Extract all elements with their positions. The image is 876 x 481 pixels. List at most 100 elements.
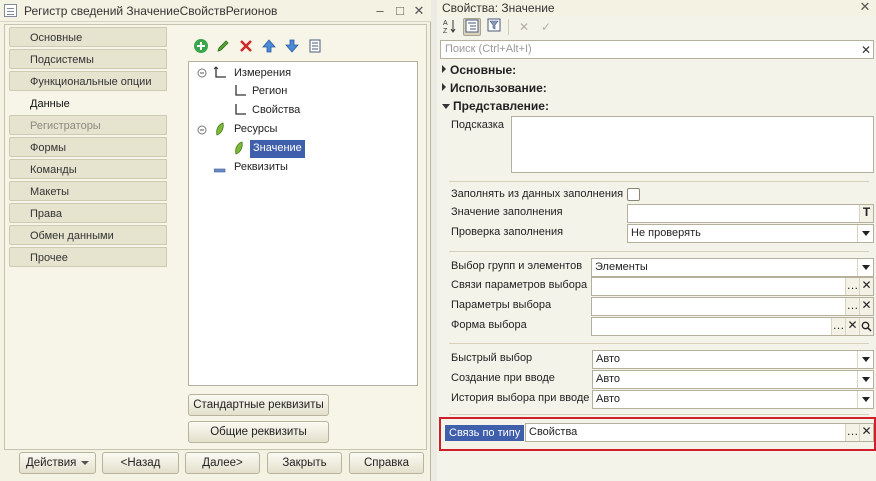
- ellipsis-icon[interactable]: …: [831, 318, 845, 335]
- tree-item-region[interactable]: Регион: [252, 83, 287, 101]
- tree-item-properties[interactable]: Свойства: [252, 102, 300, 120]
- choice-form-field[interactable]: … ✕: [591, 317, 874, 336]
- divider: [449, 414, 869, 415]
- quick-choice-select[interactable]: Авто: [592, 350, 874, 369]
- group-select-select[interactable]: Элементы: [591, 258, 874, 277]
- apply-icon[interactable]: ✓: [537, 18, 555, 36]
- resource-icon: [214, 122, 226, 139]
- divider: [449, 181, 869, 182]
- dimension-icon: [213, 66, 227, 83]
- create-on-input-select[interactable]: Авто: [592, 370, 874, 389]
- nav-tab-1[interactable]: Подсистемы: [9, 49, 167, 69]
- close-icon[interactable]: ✕: [411, 3, 427, 19]
- metadata-editor-window: Регистр сведений ЗначениеСвойствРегионов…: [0, 0, 431, 481]
- structure-tree: Измерения Регион Свойства Ресурсы Значен…: [188, 61, 418, 386]
- toolbar-separator: [508, 19, 509, 35]
- nav-tab-5[interactable]: Формы: [9, 137, 167, 157]
- fill-check-label: Проверка заполнения: [451, 226, 564, 238]
- section-usage[interactable]: Использование:: [442, 81, 547, 95]
- standard-attributes-button[interactable]: Стандартные реквизиты: [188, 394, 329, 416]
- choice-form-label: Форма выбора: [451, 319, 527, 331]
- search-placeholder: Поиск (Ctrl+Alt+I): [445, 43, 532, 55]
- attribute-icon: [213, 165, 226, 177]
- clear-icon[interactable]: ✕: [859, 278, 873, 295]
- fill-from-data-checkbox[interactable]: [627, 188, 640, 201]
- resource-icon: [233, 141, 245, 158]
- sort-list-icon[interactable]: [307, 38, 323, 54]
- collapse-icon[interactable]: [197, 68, 207, 81]
- history-label: История выбора при вводе: [451, 392, 590, 404]
- history-select[interactable]: Авто: [592, 390, 874, 409]
- clear-icon[interactable]: ✕: [845, 318, 859, 335]
- chevron-down-icon[interactable]: [857, 351, 873, 368]
- chevron-down-icon[interactable]: [857, 259, 873, 276]
- create-on-input-label: Создание при вводе: [451, 372, 555, 384]
- chevron-down-icon: [81, 461, 89, 465]
- move-up-icon[interactable]: [261, 38, 277, 54]
- nav-tab-10[interactable]: Прочее: [9, 247, 167, 267]
- edit-icon[interactable]: [215, 38, 231, 54]
- add-icon[interactable]: [193, 38, 209, 54]
- actions-label: Действия: [26, 457, 77, 469]
- nav-tab-4[interactable]: Регистраторы: [9, 115, 167, 135]
- categories-icon[interactable]: [463, 18, 481, 36]
- nav-tab-9[interactable]: Обмен данными: [9, 225, 167, 245]
- chevron-down-icon[interactable]: [857, 225, 873, 242]
- chevron-down-icon[interactable]: [857, 391, 873, 408]
- tree-item-dimensions[interactable]: Измерения: [234, 65, 291, 83]
- section-basic[interactable]: Основные:: [442, 63, 516, 77]
- text-type-icon[interactable]: T: [859, 205, 873, 222]
- window-title-bar: Регистр сведений ЗначениеСвойствРегионов…: [0, 0, 431, 22]
- ellipsis-icon[interactable]: …: [845, 298, 859, 315]
- tree-item-attributes[interactable]: Реквизиты: [234, 159, 288, 177]
- nav-tab-3[interactable]: Данные: [9, 93, 167, 113]
- dimension-icon: [233, 103, 247, 120]
- dimension-icon: [233, 84, 247, 101]
- choice-links-label: Связи параметров выбора: [451, 279, 588, 291]
- back-button[interactable]: <Назад: [102, 452, 179, 474]
- nav-tab-2[interactable]: Функциональные опции: [9, 71, 167, 91]
- fill-value-label: Значение заполнения: [451, 206, 563, 218]
- properties-title: Свойства: Значение: [442, 1, 555, 15]
- minimize-icon[interactable]: –: [372, 3, 388, 19]
- help-button[interactable]: Справка: [349, 452, 424, 474]
- close-button[interactable]: Закрыть: [267, 452, 342, 474]
- hint-textarea[interactable]: [511, 116, 874, 173]
- section-view[interactable]: Представление:: [442, 99, 549, 113]
- register-icon: [4, 4, 17, 17]
- choice-params-field[interactable]: … ✕: [591, 297, 874, 316]
- actions-button[interactable]: Действия: [19, 452, 96, 474]
- window-title: Регистр сведений ЗначениеСвойствРегионов: [24, 4, 278, 18]
- expand-icon: [442, 83, 446, 91]
- properties-toolbar: AZ ✕ ✓: [437, 16, 876, 38]
- hint-label: Подсказка: [451, 119, 504, 131]
- nav-tab-6[interactable]: Команды: [9, 159, 167, 179]
- delete-icon[interactable]: [238, 38, 254, 54]
- tree-item-resources[interactable]: Ресурсы: [234, 121, 277, 139]
- collapse-icon: [442, 104, 450, 109]
- nav-tab-0[interactable]: Основные: [9, 27, 167, 47]
- next-button[interactable]: Далее>: [185, 452, 260, 474]
- cancel-icon[interactable]: ✕: [515, 18, 533, 36]
- fill-check-select[interactable]: Не проверять: [627, 224, 874, 243]
- filter-icon[interactable]: [485, 18, 503, 36]
- nav-tab-7[interactable]: Макеты: [9, 181, 167, 201]
- choice-links-field[interactable]: … ✕: [591, 277, 874, 296]
- clear-search-icon[interactable]: ✕: [861, 42, 871, 59]
- open-search-icon[interactable]: [859, 318, 873, 335]
- fill-value-field[interactable]: T: [627, 204, 874, 223]
- move-down-icon[interactable]: [284, 38, 300, 54]
- ellipsis-icon[interactable]: …: [845, 278, 859, 295]
- maximize-icon[interactable]: □: [392, 3, 408, 19]
- search-input[interactable]: Поиск (Ctrl+Alt+I) ✕: [440, 40, 874, 59]
- close-icon[interactable]: ✕: [857, 0, 873, 15]
- highlight-frame: [439, 417, 876, 451]
- collapse-icon[interactable]: [197, 125, 207, 138]
- expand-icon: [442, 65, 446, 73]
- common-attributes-button[interactable]: Общие реквизиты: [188, 421, 329, 443]
- clear-icon[interactable]: ✕: [859, 298, 873, 315]
- tree-item-value[interactable]: Значение: [250, 140, 305, 158]
- chevron-down-icon[interactable]: [857, 371, 873, 388]
- sort-alpha-icon[interactable]: AZ: [441, 18, 459, 36]
- nav-tab-8[interactable]: Права: [9, 203, 167, 223]
